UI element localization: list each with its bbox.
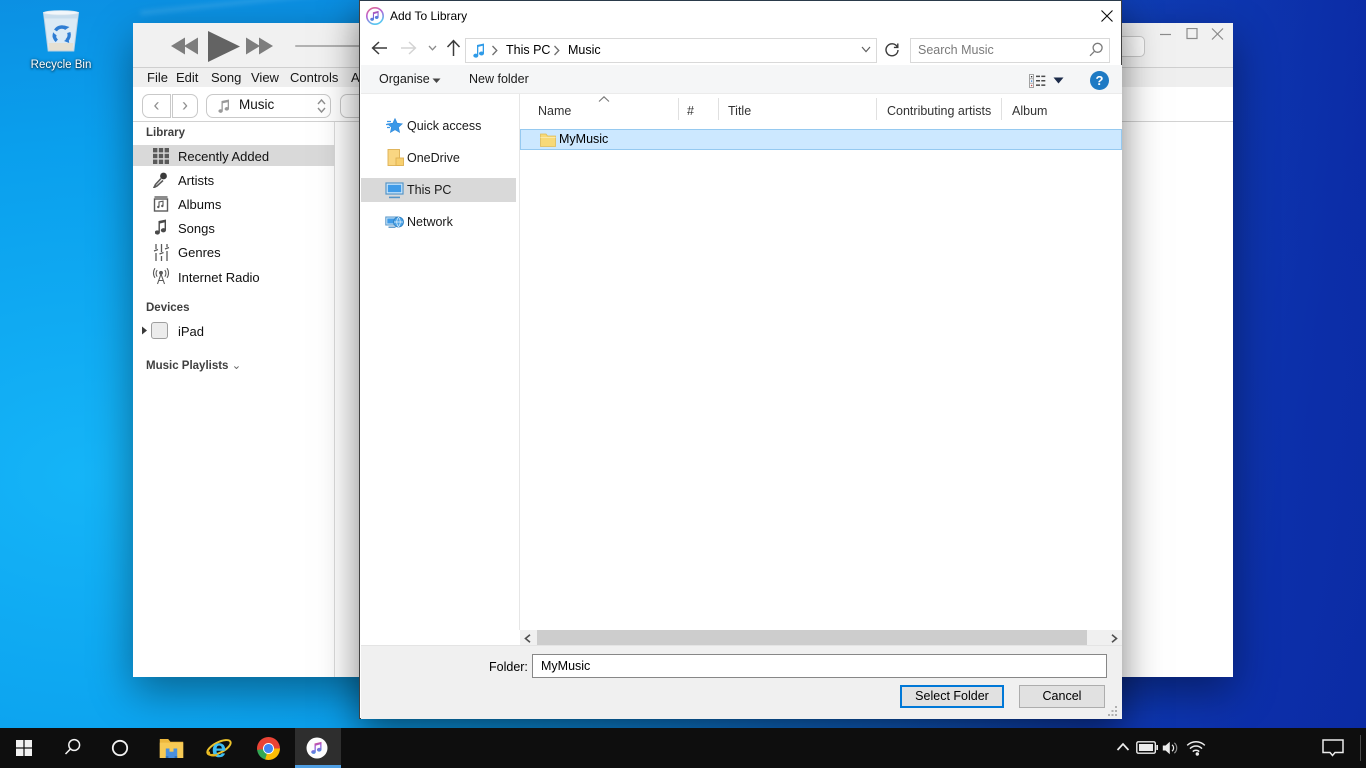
- svg-text:e: e: [212, 735, 226, 762]
